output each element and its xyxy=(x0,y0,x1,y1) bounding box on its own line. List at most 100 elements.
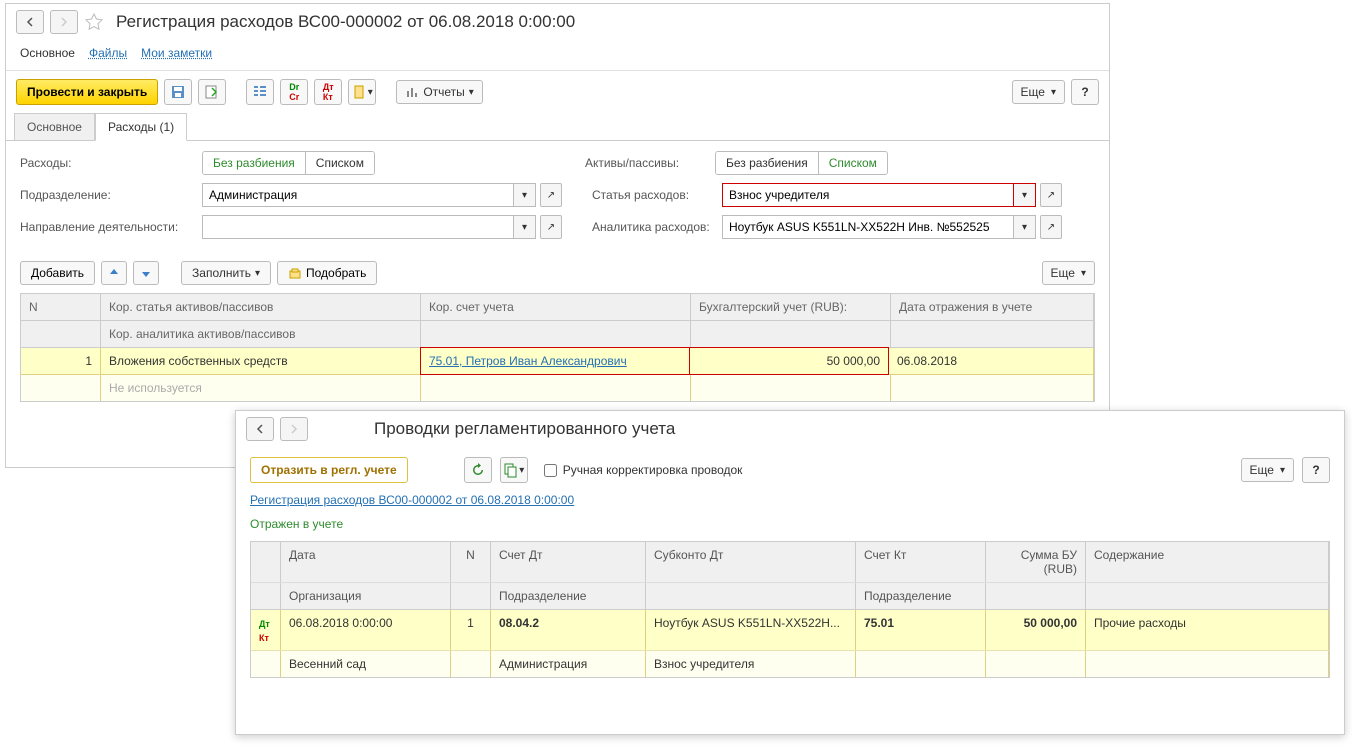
analytics-dropdown[interactable]: ▾ xyxy=(1014,215,1036,239)
posting-row-sub[interactable]: Весенний сад Администрация Взнос учредит… xyxy=(251,650,1329,677)
more-button[interactable]: Еще▾ xyxy=(1012,80,1065,104)
posting-row[interactable]: ДтКт 06.08.2018 0:00:00 1 08.04.2 Ноутбу… xyxy=(251,610,1329,650)
col2-date[interactable]: Дата xyxy=(281,542,451,582)
header-bar-2: Проводки регламентированного учета xyxy=(236,411,1344,447)
cell-account: 75.01, Петров Иван Александрович xyxy=(420,347,690,375)
postings-grid: Дата N Счет Дт Субконто Дт Счет Кт Сумма… xyxy=(250,541,1330,678)
add-button[interactable]: Добавить xyxy=(20,261,95,285)
reflect-button[interactable]: Отразить в регл. учете xyxy=(250,457,408,483)
dtkt-red-button[interactable]: ДтКт xyxy=(314,79,342,105)
structure-button[interactable] xyxy=(246,79,274,105)
move-down-button[interactable] xyxy=(133,261,159,285)
cell2-sub: Ноутбук ASUS K551LN-XX522H... xyxy=(646,610,856,650)
col-n[interactable]: N xyxy=(21,294,101,320)
label-expenses: Расходы: xyxy=(20,156,192,170)
pick-button[interactable]: Подобрать xyxy=(277,261,377,285)
cell2-n: 1 xyxy=(451,610,491,650)
main-toolbar: Провести и закрыть DrCr ДтКт ▾ Отчеты▾ Е… xyxy=(6,71,1109,113)
favorite-icon[interactable] xyxy=(84,12,104,32)
header-bar: Регистрация расходов ВС00-000002 от 06.0… xyxy=(6,4,1109,40)
postings-window: Проводки регламентированного учета Отраз… xyxy=(235,410,1345,735)
cell2-sum: 50 000,00 xyxy=(986,610,1086,650)
article-input[interactable] xyxy=(722,183,1014,207)
cell2-cont: Прочие расходы xyxy=(1086,610,1329,650)
help-button[interactable]: ? xyxy=(1071,79,1099,105)
col2-div[interactable]: Подразделение xyxy=(491,583,646,609)
help-button-2[interactable]: ? xyxy=(1302,457,1330,483)
post-button[interactable] xyxy=(198,79,226,105)
col-amount[interactable]: Бухгалтерский учет (RUB): xyxy=(691,294,891,320)
label-analytics: Аналитика расходов: xyxy=(592,220,722,234)
analytics-open[interactable]: ↗ xyxy=(1040,215,1062,239)
col2-org[interactable]: Организация xyxy=(281,583,451,609)
col2-sub[interactable]: Субконто Дт xyxy=(646,542,856,582)
col-article[interactable]: Кор. статья активов/пассивов xyxy=(101,294,421,320)
expenses-list[interactable]: Списком xyxy=(306,152,374,174)
form-area: Расходы: Без разбиения Списком Активы/па… xyxy=(6,141,1109,257)
label-direction: Направление деятельности: xyxy=(20,220,192,234)
account-link[interactable]: 75.01, Петров Иван Александрович xyxy=(429,354,627,368)
expenses-mode: Без разбиения Списком xyxy=(202,151,375,175)
grid-more-button[interactable]: Еще▾ xyxy=(1042,261,1095,285)
col-date[interactable]: Дата отражения в учете xyxy=(891,294,1094,320)
pick-label: Подобрать xyxy=(306,266,366,280)
col2-sum[interactable]: Сумма БУ (RUB) xyxy=(986,542,1086,582)
col-analytics[interactable]: Кор. аналитика активов/пассивов xyxy=(101,321,421,347)
direction-open[interactable]: ↗ xyxy=(540,215,562,239)
tab-notes[interactable]: Мои заметки xyxy=(141,44,212,62)
forward-button[interactable] xyxy=(50,10,78,34)
more-button-2[interactable]: Еще▾ xyxy=(1241,458,1294,482)
col2-cont[interactable]: Содержание xyxy=(1086,542,1329,582)
expenses-nosplit[interactable]: Без разбиения xyxy=(203,152,306,174)
col-account[interactable]: Кор. счет учета xyxy=(421,294,691,320)
division-dropdown[interactable]: ▾ xyxy=(514,183,536,207)
tab-files[interactable]: Файлы xyxy=(89,44,127,62)
post-and-close-button[interactable]: Провести и закрыть xyxy=(16,79,158,105)
direction-dropdown[interactable]: ▾ xyxy=(514,215,536,239)
article-open[interactable]: ↗ xyxy=(1040,183,1062,207)
col2-n[interactable]: N xyxy=(451,542,491,582)
refresh-button[interactable] xyxy=(464,457,492,483)
cell-article: Вложения собственных средств xyxy=(101,348,421,374)
tab-main[interactable]: Основное xyxy=(20,44,75,62)
dtkt-button[interactable]: DrCr xyxy=(280,79,308,105)
assets-list[interactable]: Списком xyxy=(819,152,887,174)
direction-input[interactable] xyxy=(202,215,514,239)
subtab-expenses[interactable]: Расходы (1) xyxy=(95,113,187,141)
attach-button[interactable]: ▾ xyxy=(348,79,376,105)
label-assets: Активы/пассивы: xyxy=(585,156,715,170)
assets-nosplit[interactable]: Без разбиения xyxy=(716,152,819,174)
manual-checkbox[interactable] xyxy=(544,464,557,477)
article-dropdown[interactable]: ▾ xyxy=(1014,183,1036,207)
copy-postings-button[interactable]: ▾ xyxy=(500,457,528,483)
assets-mode: Без разбиения Списком xyxy=(715,151,888,175)
save-button[interactable] xyxy=(164,79,192,105)
more-label: Еще xyxy=(1021,85,1045,99)
col2-div2[interactable]: Подразделение xyxy=(856,583,986,609)
grid-more-label: Еще xyxy=(1051,266,1075,280)
fill-button[interactable]: Заполнить▾ xyxy=(181,261,271,285)
col2-kt[interactable]: Счет Кт xyxy=(856,542,986,582)
page-title: Регистрация расходов ВС00-000002 от 06.0… xyxy=(116,12,575,32)
reports-button[interactable]: Отчеты▾ xyxy=(396,80,483,104)
move-up-button[interactable] xyxy=(101,261,127,285)
back-button-2[interactable] xyxy=(246,417,274,441)
expenses-grid: N Кор. статья активов/пассивов Кор. счет… xyxy=(20,293,1095,402)
status-text: Отражен в учете xyxy=(236,517,1344,531)
fill-label: Заполнить xyxy=(192,266,251,280)
back-button[interactable] xyxy=(16,10,44,34)
doc-link[interactable]: Регистрация расходов ВС00-000002 от 06.0… xyxy=(236,493,1344,507)
col2-dt[interactable]: Счет Дт xyxy=(491,542,646,582)
division-open[interactable]: ↗ xyxy=(540,183,562,207)
cell2-kt: 75.01 xyxy=(856,610,986,650)
cell-analytics: Не используется xyxy=(101,375,421,401)
label-division: Подразделение: xyxy=(20,188,192,202)
reports-label: Отчеты xyxy=(423,85,464,99)
expense-registration-window: Регистрация расходов ВС00-000002 от 06.0… xyxy=(5,3,1110,468)
subtab-main[interactable]: Основное xyxy=(14,113,95,140)
table-row-sub[interactable]: Не используется xyxy=(21,375,1094,401)
analytics-input[interactable] xyxy=(722,215,1014,239)
table-row[interactable]: 1 Вложения собственных средств 75.01, Пе… xyxy=(21,348,1094,375)
forward-button-2[interactable] xyxy=(280,417,308,441)
division-input[interactable] xyxy=(202,183,514,207)
